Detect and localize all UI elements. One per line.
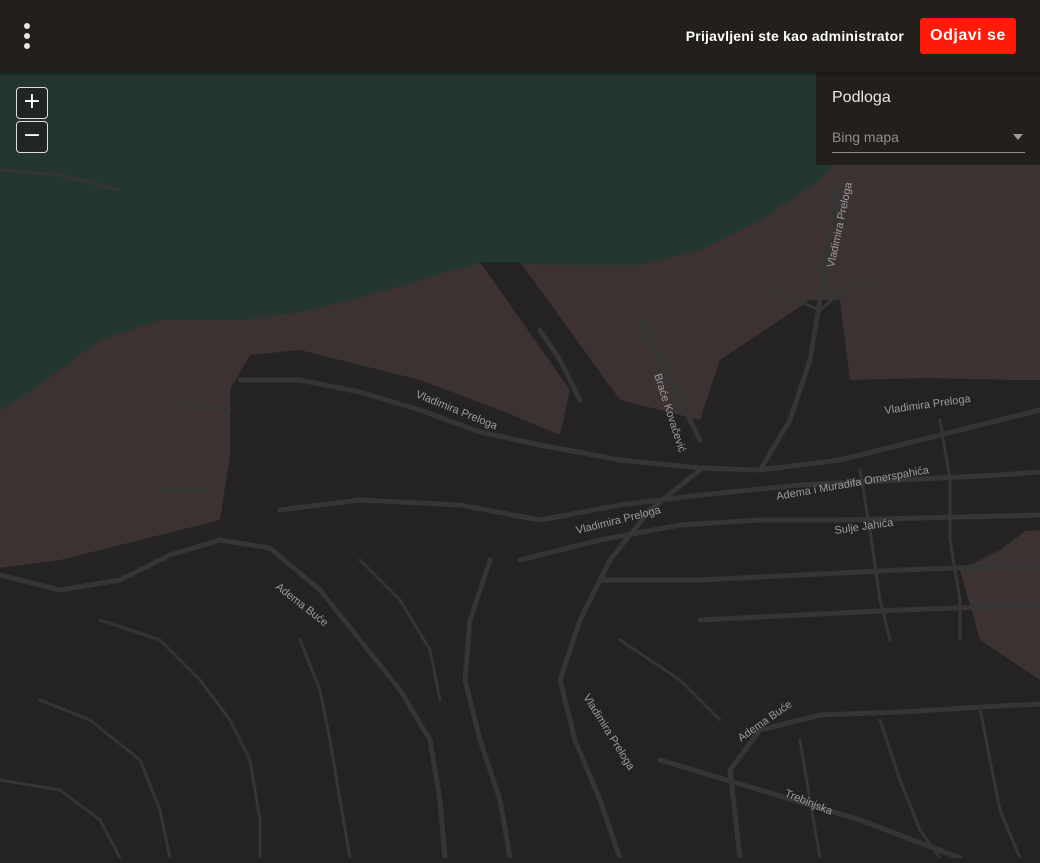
zoom-out-button[interactable]: − xyxy=(16,121,48,153)
top-app-bar: Prijavljeni ste kao administrator Odjavi… xyxy=(0,0,1040,72)
logout-button[interactable]: Odjavi se xyxy=(920,18,1016,54)
login-status-text: Prijavljeni ste kao administrator xyxy=(685,28,904,44)
basemap-select[interactable]: Bing mapa xyxy=(832,122,1025,153)
dropdown-arrow-icon xyxy=(1013,134,1023,140)
map-canvas[interactable]: Vladimira Preloga Vladimira Preloga Brać… xyxy=(0,72,1040,861)
zoom-in-button[interactable]: + xyxy=(16,87,48,119)
more-vertical-icon[interactable] xyxy=(18,20,36,52)
basemap-selected-value: Bing mapa xyxy=(832,129,899,145)
basemap-panel: Podloga Bing mapa xyxy=(816,72,1040,165)
basemap-title: Podloga xyxy=(832,89,891,106)
